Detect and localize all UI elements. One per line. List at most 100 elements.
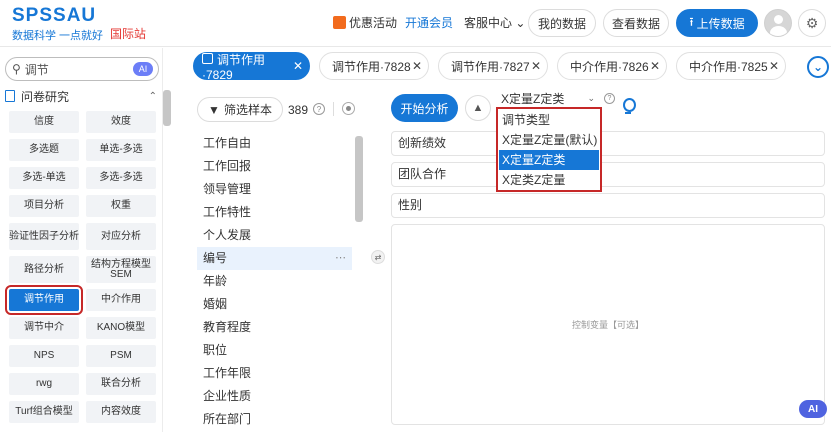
upload-icon: ⭱: [689, 14, 694, 29]
independent-variable-box[interactable]: 团队合作: [391, 162, 825, 187]
close-icon[interactable]: ✕: [650, 59, 660, 73]
list-item[interactable]: 工作回报: [197, 155, 352, 178]
method-multi-multi[interactable]: 多选-多选: [86, 167, 156, 189]
toggle-radio[interactable]: [342, 102, 355, 115]
gear-icon[interactable]: ⚙: [798, 9, 826, 37]
list-item[interactable]: 教育程度: [197, 316, 352, 339]
method-sem[interactable]: 结构方程模型SEM: [86, 256, 156, 283]
tab-moderation-7829[interactable]: 调节作用·7829 ✕: [193, 52, 310, 82]
divider: [333, 102, 334, 116]
method-moderated-mediation[interactable]: 调节中介: [9, 317, 79, 339]
close-icon[interactable]: ✕: [412, 59, 422, 73]
upload-label: 上传数据: [696, 16, 745, 31]
filter-label: 筛选样本: [223, 103, 272, 117]
search-value: 调节: [24, 62, 49, 77]
my-data-button[interactable]: 我的数据: [528, 9, 596, 37]
vip-link[interactable]: 开通会员: [405, 14, 453, 31]
dependent-variable-box[interactable]: 创新绩效: [391, 131, 825, 156]
moderation-type-select[interactable]: X定量Z定类 ⌄: [498, 90, 601, 106]
method-turf[interactable]: Turf组合模型: [9, 401, 79, 423]
method-multi-choice[interactable]: 多选题: [9, 139, 79, 161]
analysis-tabs: 调节作用·7829 ✕ 调节作用·7828 ✕ 调节作用·7827 ✕ 中介作用…: [193, 52, 786, 82]
list-item-selected[interactable]: 编号 ⋯: [197, 247, 352, 270]
moderator-variable-box[interactable]: 性别: [391, 193, 825, 218]
list-item[interactable]: 职位: [197, 339, 352, 362]
list-item[interactable]: 所在部门: [197, 408, 352, 431]
lightbulb-icon[interactable]: [622, 98, 636, 114]
close-icon[interactable]: ✕: [769, 59, 779, 73]
method-reliability[interactable]: 信度: [9, 111, 79, 133]
list-item[interactable]: 工作自由: [197, 132, 352, 155]
list-item[interactable]: 工作特性: [197, 201, 352, 224]
method-rwg[interactable]: rwg: [9, 373, 79, 395]
top-header: SPSSAU 数据科学 一点就好 国际站 优惠活动 开通会员 客服中心 ⌄ 我的…: [0, 0, 831, 47]
method-correspondence[interactable]: 对应分析: [86, 223, 156, 250]
intl-site-link[interactable]: 国际站: [110, 25, 146, 42]
chevron-down-icon[interactable]: ⌄: [807, 56, 829, 78]
method-content-validity[interactable]: 内容效度: [86, 401, 156, 423]
start-analysis-button[interactable]: 开始分析: [391, 94, 458, 122]
control-placeholder: 控制变量【可选】: [571, 320, 644, 330]
method-path-analysis[interactable]: 路径分析: [9, 256, 79, 283]
list-item[interactable]: 工作年限: [197, 362, 352, 385]
search-input[interactable]: ⚲ 调节 AI: [5, 57, 159, 81]
tab-mediation-7825[interactable]: 中介作用·7825 ✕: [676, 52, 786, 80]
dropdown-option[interactable]: X定量Z定量(默认): [498, 130, 600, 150]
service-label: 客服中心: [464, 16, 513, 30]
dropdown-header: 调节类型: [502, 113, 551, 127]
tab-moderation-7828[interactable]: 调节作用·7828 ✕: [319, 52, 429, 80]
control-variable-box[interactable]: 控制变量【可选】: [391, 224, 825, 425]
swap-icon[interactable]: ⇄: [371, 250, 385, 264]
filter-sample-button[interactable]: ▼ 筛选样本: [197, 97, 283, 122]
section-survey-research[interactable]: 问卷研究 ⌃: [5, 88, 157, 104]
close-icon[interactable]: ✕: [531, 59, 541, 73]
chevron-down-icon: ⌄: [587, 92, 595, 103]
upload-data-button[interactable]: ⭱ 上传数据: [676, 9, 758, 37]
tab-label: 调节作用·7827: [451, 59, 530, 74]
method-psm[interactable]: PSM: [86, 345, 156, 367]
tab-moderation-7827[interactable]: 调节作用·7827 ✕: [438, 52, 548, 80]
help-icon[interactable]: ?: [604, 93, 615, 104]
method-item-analysis[interactable]: 项目分析: [9, 195, 79, 217]
promo-link[interactable]: 优惠活动: [333, 14, 397, 31]
variable-list-scrollbar[interactable]: [355, 136, 363, 222]
ai-assistant-button[interactable]: AI: [799, 400, 827, 418]
method-weight[interactable]: 权重: [86, 195, 156, 217]
variable-list: 工作自由 工作回报 领导管理 工作特性 个人发展 编号 ⋯ 年龄 婚姻 教育程度…: [197, 132, 352, 431]
search-icon: ⚲: [12, 62, 21, 76]
sidebar-scrollbar[interactable]: [163, 90, 171, 126]
list-item[interactable]: 领导管理: [197, 178, 352, 201]
method-multi-single[interactable]: 多选-单选: [9, 167, 79, 189]
list-item[interactable]: 个人发展: [197, 224, 352, 247]
more-icon[interactable]: ⋯: [335, 247, 346, 270]
ai-search-button[interactable]: AI: [133, 62, 153, 76]
close-icon[interactable]: ✕: [293, 59, 303, 73]
select-value: X定量Z定类: [501, 91, 565, 106]
list-item[interactable]: 企业性质: [197, 385, 352, 408]
list-item-label: 编号: [203, 251, 228, 265]
method-cfa[interactable]: 验证性因子分析: [9, 223, 79, 250]
edit-icon: [202, 52, 213, 64]
method-nps[interactable]: NPS: [9, 345, 79, 367]
method-validity[interactable]: 效度: [86, 111, 156, 133]
service-center-menu[interactable]: 客服中心 ⌄: [464, 14, 525, 31]
avatar[interactable]: [764, 9, 792, 37]
method-single-multi[interactable]: 单选-多选: [86, 139, 156, 161]
method-moderation[interactable]: 调节作用: [5, 285, 83, 315]
promo-label: 优惠活动: [349, 16, 398, 30]
tab-mediation-7826[interactable]: 中介作用·7826 ✕: [557, 52, 667, 80]
dropdown-option[interactable]: X定类Z定量: [498, 170, 600, 190]
logo[interactable]: SPSSAU: [12, 5, 96, 27]
dropdown-option-selected[interactable]: X定量Z定类: [499, 150, 599, 170]
view-data-button[interactable]: 查看数据: [603, 9, 669, 37]
method-kano[interactable]: KANO模型: [86, 317, 156, 339]
tab-label: 中介作用·7826: [570, 59, 649, 74]
method-mediation[interactable]: 中介作用: [86, 289, 156, 311]
list-item[interactable]: 年龄: [197, 270, 352, 293]
help-icon[interactable]: ?: [313, 103, 325, 115]
tab-label: 调节作用·7828: [332, 59, 411, 74]
filter-icon: ▼: [208, 102, 220, 117]
list-item[interactable]: 婚姻: [197, 293, 352, 316]
clear-icon[interactable]: ▲: [465, 95, 491, 121]
method-conjoint[interactable]: 联合分析: [86, 373, 156, 395]
